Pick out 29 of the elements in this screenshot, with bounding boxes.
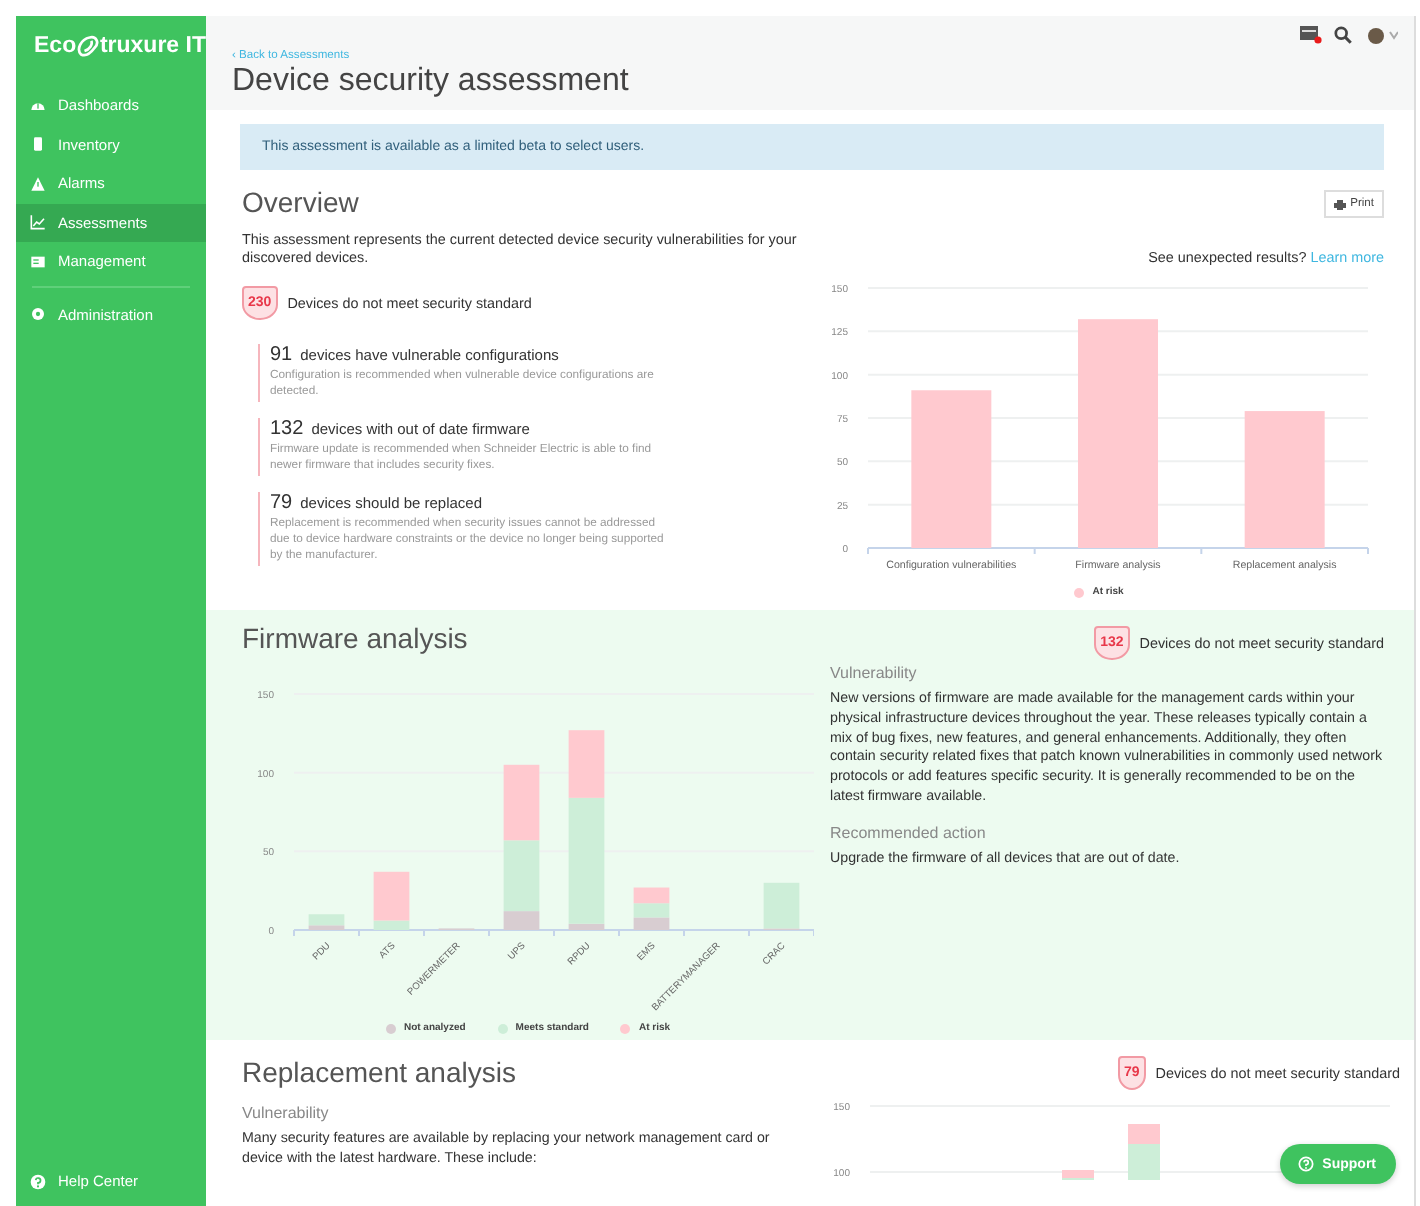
gauge-icon	[30, 97, 46, 114]
line-chart-icon	[30, 214, 46, 231]
avatar-icon[interactable]	[1364, 25, 1398, 43]
section-title: Overview	[242, 186, 359, 218]
settings-icon	[30, 306, 46, 323]
section-heading: Vulnerability	[830, 664, 919, 682]
help-icon	[30, 1173, 46, 1189]
help-icon	[1298, 1156, 1315, 1172]
chart-bar	[1244, 411, 1325, 548]
chart-bar	[633, 887, 670, 904]
bar-chart-drawing	[1062, 1124, 1160, 1180]
search-icon[interactable]	[1334, 25, 1352, 43]
section-heading: Recommended action	[830, 823, 988, 842]
logo-text: Eco	[34, 34, 77, 58]
logo-text: truxure IT	[99, 34, 206, 58]
panel-icon	[30, 253, 46, 270]
notification-icon[interactable]	[1300, 24, 1322, 44]
warning-icon	[30, 175, 46, 192]
finding-count: 132	[270, 417, 304, 440]
section-heading: Vulnerability	[242, 1104, 331, 1122]
device-icon	[30, 136, 46, 153]
finding-count: 91	[270, 344, 293, 366]
section-title: Firmware analysis	[242, 622, 470, 654]
section-title: Replacement analysis	[242, 1056, 518, 1088]
finding-count: 79	[270, 491, 293, 514]
chart-bar	[503, 764, 540, 841]
page-title: Device security assessment	[232, 64, 631, 100]
logo-icon	[76, 34, 100, 58]
printer-icon	[1334, 199, 1347, 209]
